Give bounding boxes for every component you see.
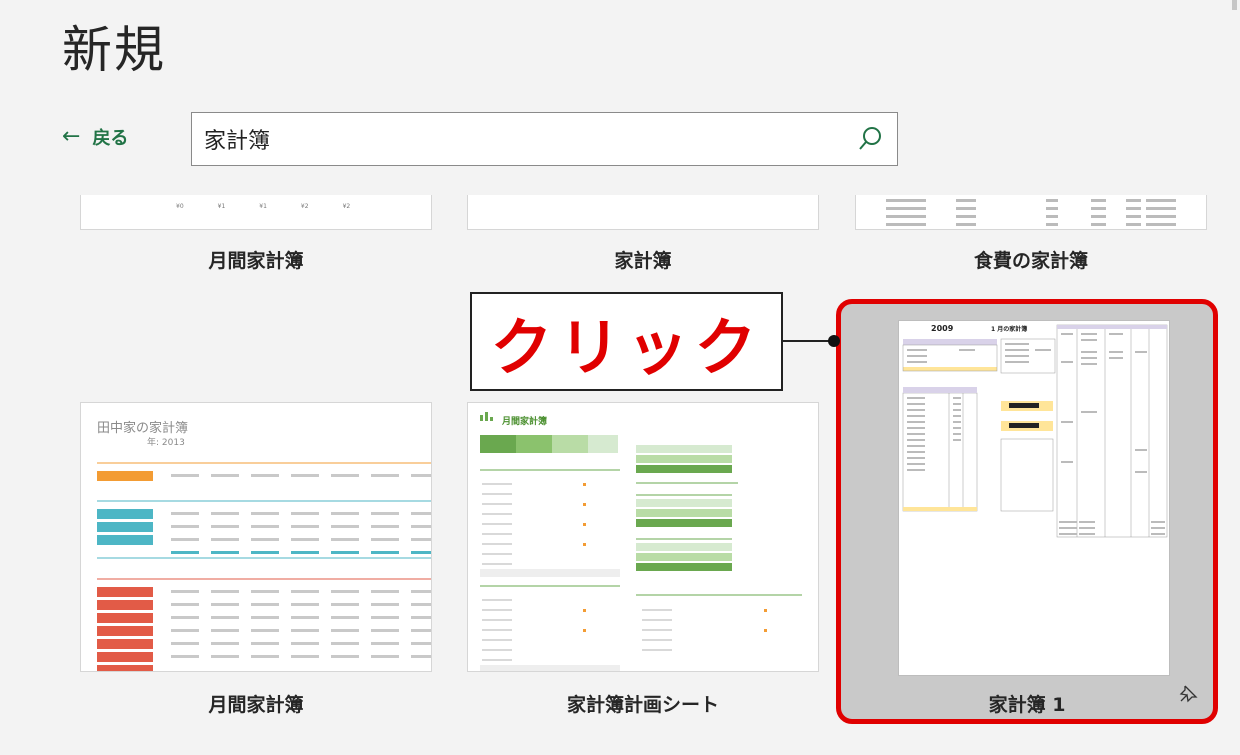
search-box[interactable] — [191, 112, 898, 166]
template-thumbnail[interactable] — [467, 195, 819, 230]
table-preview — [886, 199, 1176, 226]
pin-icon[interactable] — [1177, 683, 1199, 709]
template-caption[interactable]: 食費の家計簿 — [855, 246, 1207, 273]
snippet-value: ¥1 — [259, 203, 267, 210]
snippet-value: ¥2 — [300, 203, 309, 210]
back-arrow-icon: ← — [62, 124, 81, 149]
scrollbar[interactable] — [1232, 0, 1237, 10]
template-thumbnail[interactable]: 田中家の家計簿 年: 2013 — [80, 402, 432, 672]
template-caption[interactable]: 月間家計簿 — [80, 246, 432, 273]
back-label: 戻る — [92, 128, 129, 149]
template-caption[interactable]: 月間家計簿 — [80, 690, 432, 717]
template-thumbnail[interactable] — [855, 195, 1207, 230]
snippet-value: ¥1 — [217, 203, 226, 210]
callout-text: クリック — [490, 310, 763, 384]
snippet-value: ¥0 — [176, 203, 184, 210]
household-budget-preview — [902, 324, 1168, 538]
template-caption[interactable]: 家計簿計画シート — [467, 690, 819, 717]
template-thumbnail[interactable]: ¥0 ¥1 ¥1 ¥2 ¥2 — [80, 195, 432, 230]
search-input[interactable] — [204, 126, 855, 152]
template-caption[interactable]: 家計簿 — [467, 246, 819, 273]
template-thumbnail[interactable]: 月間家計簿 — [467, 402, 819, 672]
planner-preview — [480, 412, 802, 671]
template-caption[interactable]: 家計簿 1 — [841, 690, 1213, 717]
back-button[interactable]: ← 戻る — [62, 124, 128, 150]
callout-dot — [828, 335, 840, 347]
budget-table-preview — [97, 462, 431, 671]
click-callout: クリック — [470, 292, 783, 391]
snippet-value: ¥2 — [342, 203, 351, 210]
search-icon[interactable] — [855, 124, 885, 154]
template-thumbnail[interactable]: 2009 1 月の家計簿 — [898, 320, 1170, 676]
selected-template-card[interactable]: 2009 1 月の家計簿 家計簿 1 — [836, 299, 1218, 724]
page-title: 新規 — [62, 21, 166, 79]
